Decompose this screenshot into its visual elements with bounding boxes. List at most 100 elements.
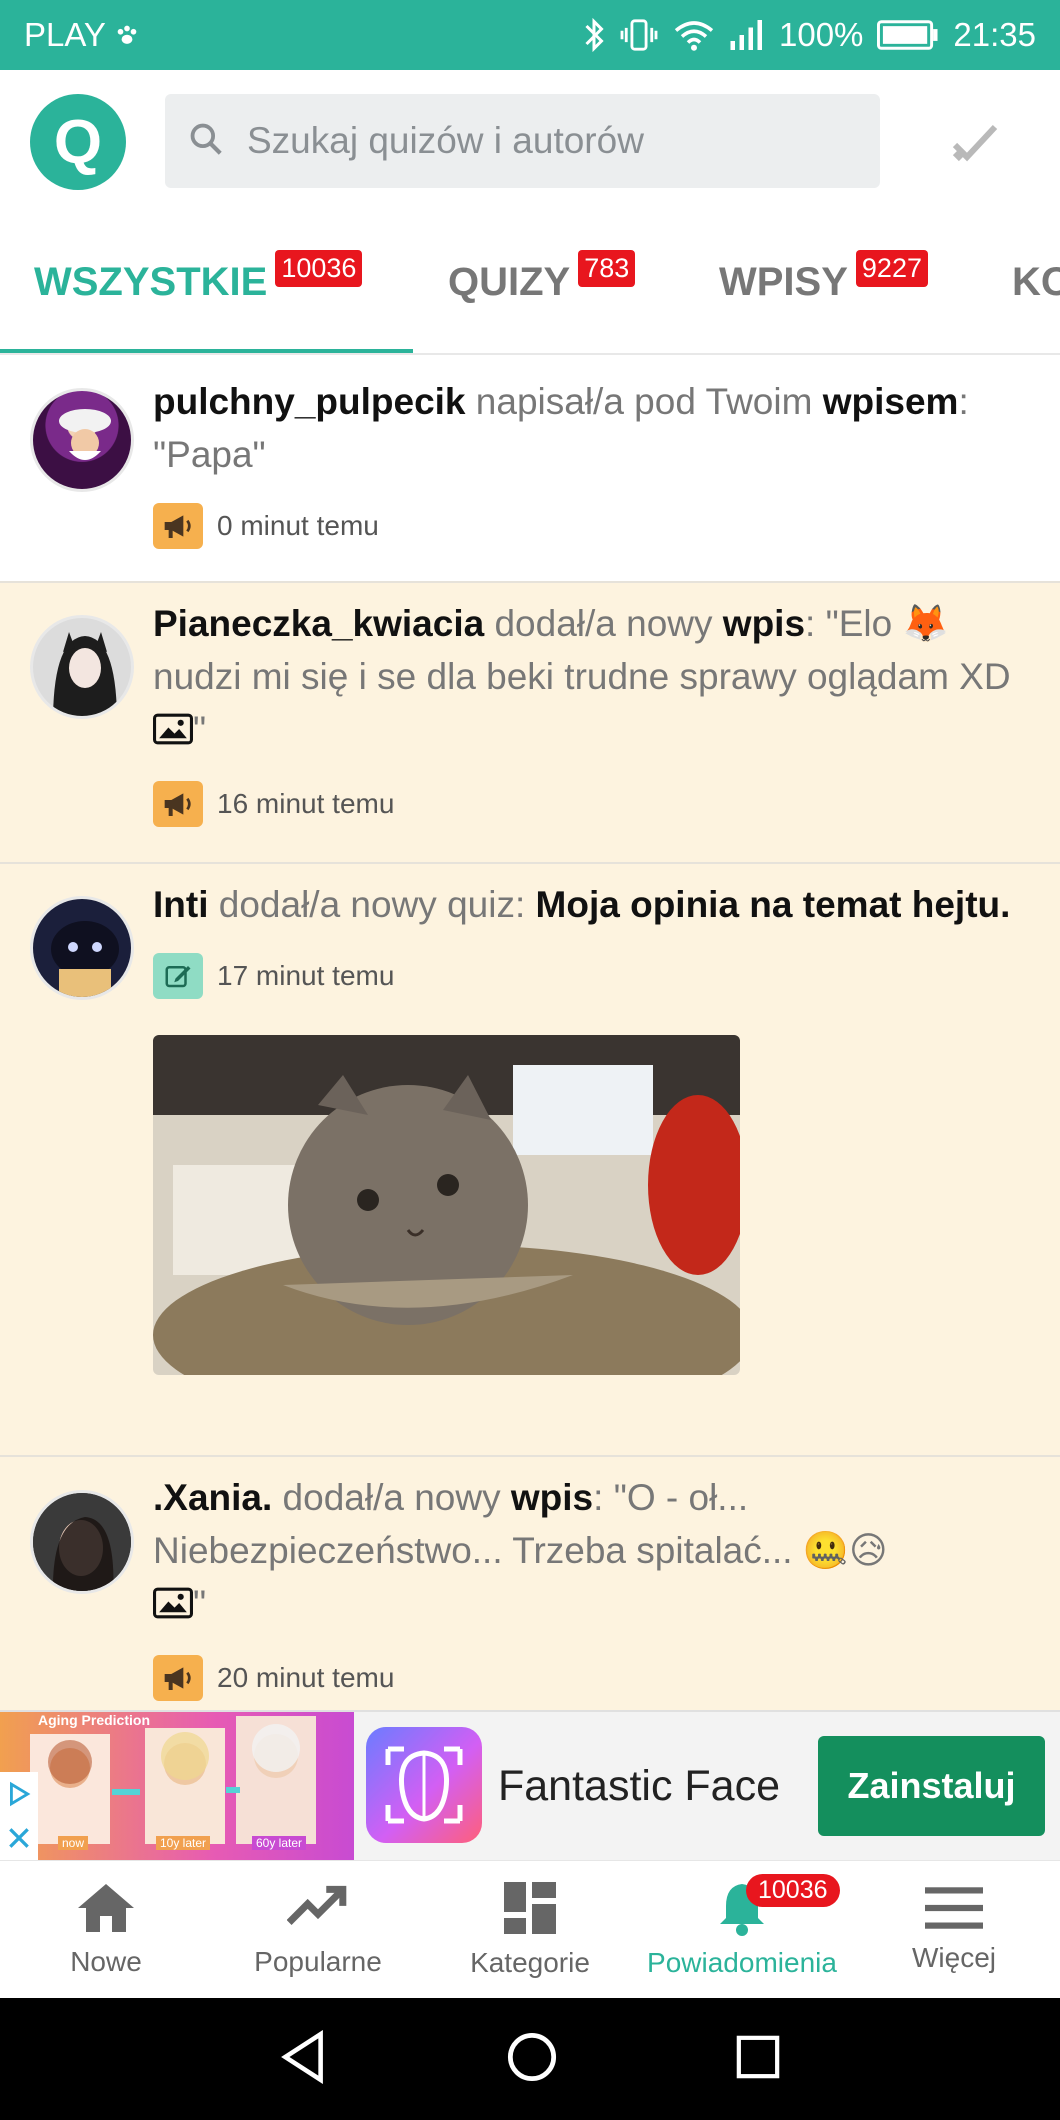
nav-label: Kategorie <box>470 1947 590 1978</box>
username[interactable]: .Xania. <box>153 1477 272 1518</box>
trending-icon <box>286 1881 349 1940</box>
battery-percent: 100% <box>779 16 864 53</box>
tab-wpisy[interactable]: WPISY 9227 <box>719 210 928 353</box>
nav-nowe[interactable]: Nowe <box>0 1861 212 1998</box>
nav-label: Powiadomienia <box>647 1947 837 1978</box>
target-link[interactable]: wpis <box>723 603 805 644</box>
clock: 21:35 <box>953 16 1036 53</box>
action-text: dodał/a nowy quiz: <box>208 884 536 925</box>
app-logo[interactable]: Q <box>30 94 126 190</box>
nav-wiecej[interactable]: Więcej <box>848 1861 1060 1998</box>
avatar[interactable] <box>30 615 134 719</box>
system-navigation-bar <box>0 1998 1060 2120</box>
battery-icon <box>877 20 939 50</box>
emoji: 🤐😥 <box>802 1530 888 1571</box>
logo-letter: Q <box>53 107 103 177</box>
list-item[interactable]: Inti dodał/a nowy quiz: Moja opinia na t… <box>0 864 1060 1457</box>
home-icon <box>76 1881 136 1940</box>
ad-image-label: now <box>58 1836 89 1850</box>
item-text: .Xania. dodał/a nowy wpis: "O - oł... Ni… <box>153 1471 1030 1633</box>
image-icon <box>153 1580 193 1633</box>
quiz-title-link[interactable]: Moja opinia na temat hejtu. <box>536 884 1011 925</box>
action-text: napisał/a pod Twoim <box>465 381 823 422</box>
nav-popularne[interactable]: Popularne <box>212 1861 424 1998</box>
vibrate-icon <box>619 18 659 52</box>
notification-feed: pulchny_pulpecik napisał/a pod Twoim wpi… <box>0 355 1060 1737</box>
quiz-thumbnail[interactable] <box>153 1035 740 1375</box>
megaphone-icon <box>153 780 203 827</box>
content-text: " <box>193 1583 207 1624</box>
ad-image-label: 10y later <box>156 1836 211 1850</box>
notification-badge: 10036 <box>746 1874 840 1907</box>
home-circle-icon[interactable] <box>506 2031 558 2088</box>
username[interactable]: Pianeczka_kwiacia <box>153 603 484 644</box>
status-bar: PLAY 100% 21:35 <box>0 0 1060 70</box>
username[interactable]: pulchny_pulpecik <box>153 381 466 422</box>
megaphone-icon <box>153 1654 203 1701</box>
grid-icon <box>502 1880 558 1941</box>
search-icon <box>187 120 225 163</box>
ad-image-label: 60y later <box>252 1836 307 1850</box>
list-item[interactable]: .Xania. dodał/a nowy wpis: "O - oł... Ni… <box>0 1457 1060 1737</box>
list-item[interactable]: Pianeczka_kwiacia dodał/a nowy wpis: "El… <box>0 583 1060 864</box>
list-item[interactable]: pulchny_pulpecik napisał/a pod Twoim wpi… <box>0 355 1060 583</box>
item-text: Inti dodał/a nowy quiz: Moja opinia na t… <box>153 878 1030 931</box>
edit-icon <box>153 953 203 999</box>
username[interactable]: Inti <box>153 884 208 925</box>
nav-powiadomienia[interactable]: 10036 Powiadomienia <box>636 1861 848 1998</box>
ad-banner[interactable]: Aging Prediction now 10y later 60y later… <box>0 1710 1060 1860</box>
checkmark-icon <box>949 119 1001 172</box>
tab-badge: 783 <box>578 250 636 287</box>
paw-icon <box>114 22 140 48</box>
tab-badge: 9227 <box>855 250 928 287</box>
nav-kategorie[interactable]: Kategorie <box>424 1861 636 1998</box>
tab-label: QUIZY <box>448 260 571 304</box>
action-text: dodał/a nowy <box>484 603 723 644</box>
ad-choices-icon[interactable] <box>0 1772 38 1860</box>
tab-ko[interactable]: KO <box>1012 210 1060 353</box>
ad-app-icon[interactable] <box>366 1727 482 1843</box>
tab-quizy[interactable]: QUIZY 783 <box>448 210 636 353</box>
item-text: pulchny_pulpecik napisał/a pod Twoim wpi… <box>153 375 1030 481</box>
content-text: " <box>193 709 207 750</box>
action-text: dodał/a nowy <box>272 1477 511 1518</box>
back-icon[interactable] <box>279 2029 329 2089</box>
nav-label: Nowe <box>70 1946 142 1977</box>
megaphone-icon <box>153 503 203 549</box>
content-text: : "Elo <box>805 603 903 644</box>
avatar[interactable] <box>30 896 134 1000</box>
avatar[interactable] <box>30 388 134 492</box>
install-button[interactable]: Zainstaluj <box>818 1736 1045 1836</box>
nav-label: Więcej <box>911 1942 996 1973</box>
wifi-icon <box>673 18 715 52</box>
ad-title[interactable]: Fantastic Face <box>498 1712 780 1860</box>
fox-emoji: 🦊 <box>902 603 949 644</box>
menu-icon <box>925 1885 983 1936</box>
tab-label: WPISY <box>719 260 848 304</box>
ad-image[interactable]: Aging Prediction now 10y later 60y later <box>0 1712 354 1860</box>
mark-read-button[interactable] <box>945 115 1005 175</box>
timestamp: 17 minut temu <box>217 960 395 991</box>
timestamp: 20 minut temu <box>217 1661 395 1693</box>
image-icon <box>153 706 193 759</box>
tab-wszystkie[interactable]: WSZYSTKIE 10036 <box>34 210 363 353</box>
item-text: Pianeczka_kwiacia dodał/a nowy wpis: "El… <box>153 597 1030 759</box>
carrier-label: PLAY <box>24 16 106 53</box>
search-input[interactable]: Szukaj quizów i autorów <box>165 94 880 188</box>
avatar[interactable] <box>30 1490 134 1594</box>
tab-label: WSZYSTKIE <box>34 260 268 304</box>
tab-label: KO <box>1012 260 1060 304</box>
app-bar: Q Szukaj quizów i autorów <box>0 70 1060 210</box>
target-link[interactable]: wpis <box>511 1477 593 1518</box>
bottom-navigation: Nowe Popularne Kategorie 10036 Powiadomi… <box>0 1860 1060 1998</box>
recents-icon[interactable] <box>735 2034 781 2085</box>
target-link[interactable]: wpisem <box>823 381 959 422</box>
tab-badge: 10036 <box>275 250 363 287</box>
timestamp: 16 minut temu <box>217 787 395 819</box>
signal-icon <box>729 20 765 50</box>
content-text: nudzi mi się i se dla beki trudne sprawy… <box>153 656 1011 697</box>
nav-label: Popularne <box>254 1946 382 1977</box>
search-placeholder: Szukaj quizów i autorów <box>247 120 644 161</box>
timestamp: 0 minut temu <box>217 510 379 541</box>
tab-bar: WSZYSTKIE 10036 QUIZY 783 WPISY 9227 KO <box>0 210 1060 355</box>
